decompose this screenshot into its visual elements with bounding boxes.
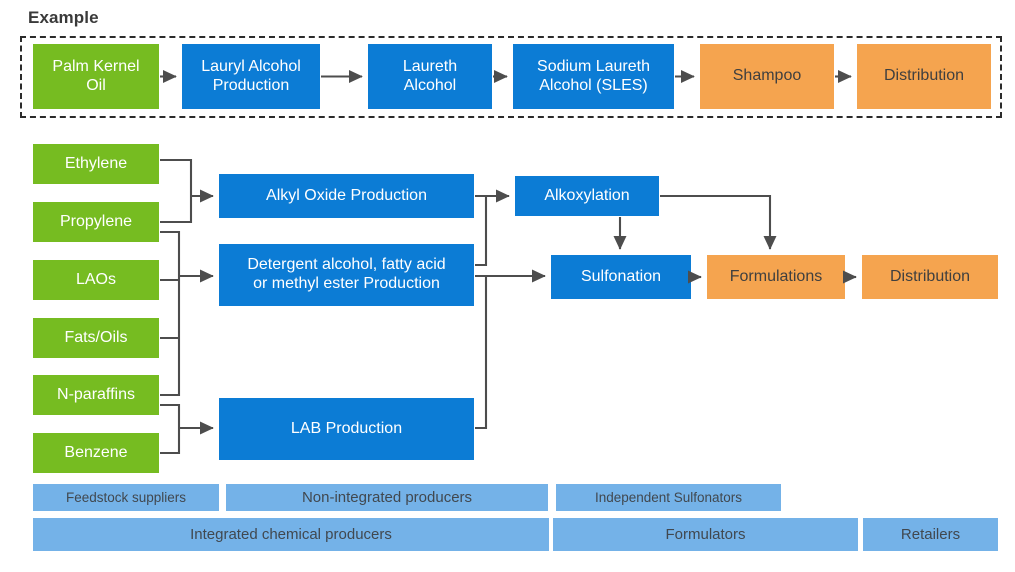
bus-lab-inputs xyxy=(160,403,181,455)
legend-integrated-chemical-producers[interactable]: Integrated chemical producers xyxy=(33,518,549,551)
arrow-alkoxylation-to-formulations xyxy=(660,194,777,250)
process-label-line1: Detergent alcohol, fatty acid xyxy=(247,256,446,274)
process-alkoxylation[interactable]: Alkoxylation xyxy=(515,176,659,216)
page-title: Example xyxy=(28,8,99,27)
example-node-line1: Distribution xyxy=(883,67,965,85)
feedstock-label: Ethylene xyxy=(64,154,128,172)
example-node-distribution[interactable]: Distribution xyxy=(857,44,991,109)
example-node-sodium-laureth-alcohol-sles[interactable]: Sodium Laureth Alcohol (SLES) xyxy=(513,44,674,109)
bus-lab-to-sulfonation xyxy=(475,276,488,430)
example-node-laureth-alcohol[interactable]: Laureth Alcohol xyxy=(368,44,492,109)
bus-detergent-inputs xyxy=(160,230,181,397)
feedstock-label: Benzene xyxy=(64,443,128,461)
legend-independent-sulfonators[interactable]: Independent Sulfonators xyxy=(556,484,781,511)
example-node-line1: Sodium Laureth xyxy=(537,57,650,75)
process-alkyl-oxide-production[interactable]: Alkyl Oxide Production xyxy=(219,174,474,218)
downstream-formulations[interactable]: Formulations xyxy=(707,255,845,299)
example-frame xyxy=(20,36,1002,118)
legend-label: Formulators xyxy=(665,526,746,543)
process-label-line2: or methyl ester Production xyxy=(253,275,440,292)
example-node-palm-kernel-oil[interactable]: Palm Kernel Oil xyxy=(33,44,159,109)
legend-formulators[interactable]: Formulators xyxy=(553,518,858,551)
bus-detergent-to-alkoxylation xyxy=(475,196,488,267)
downstream-label: Formulations xyxy=(729,267,823,285)
example-node-line2: Production xyxy=(212,76,290,94)
legend-non-integrated-producers[interactable]: Non-integrated producers xyxy=(226,484,548,511)
process-detergent-alcohol-production[interactable]: Detergent alcohol, fatty acid or methyl … xyxy=(219,244,474,306)
legend-retailers[interactable]: Retailers xyxy=(863,518,998,551)
legend-label: Retailers xyxy=(900,526,961,543)
downstream-distribution[interactable]: Distribution xyxy=(862,255,998,299)
example-node-line1: Palm Kernel xyxy=(52,57,140,75)
legend-label: Feedstock suppliers xyxy=(65,490,187,505)
process-label: LAB Production xyxy=(290,419,403,437)
downstream-label: Distribution xyxy=(889,267,971,285)
example-node-line2: Alcohol xyxy=(403,76,457,94)
process-label: Sulfonation xyxy=(580,267,662,285)
feedstock-label: Fats/Oils xyxy=(64,328,128,346)
example-node-line2: Alcohol (SLES) xyxy=(539,76,648,94)
feedstock-fats-oils[interactable]: Fats/Oils xyxy=(33,318,159,358)
example-node-line1: Laureth xyxy=(402,57,458,75)
bus-ethylene-propylene xyxy=(160,158,193,224)
feedstock-n-paraffins[interactable]: N-paraffins xyxy=(33,375,159,415)
legend-feedstock-suppliers[interactable]: Feedstock suppliers xyxy=(33,484,219,511)
feedstock-ethylene[interactable]: Ethylene xyxy=(33,144,159,184)
process-lab-production[interactable]: LAB Production xyxy=(219,398,474,460)
feedstock-label: LAOs xyxy=(75,270,116,288)
feedstock-label: Propylene xyxy=(59,212,133,230)
legend-label: Independent Sulfonators xyxy=(594,490,743,505)
feedstock-benzene[interactable]: Benzene xyxy=(33,433,159,473)
example-node-lauryl-alcohol-production[interactable]: Lauryl Alcohol Production xyxy=(182,44,320,109)
example-node-shampoo[interactable]: Shampoo xyxy=(700,44,834,109)
feedstock-propylene[interactable]: Propylene xyxy=(33,202,159,242)
process-label: Alkoxylation xyxy=(544,186,630,204)
example-node-line1: Lauryl Alcohol xyxy=(201,57,301,75)
legend-label: Non-integrated producers xyxy=(301,489,473,506)
process-sulfonation[interactable]: Sulfonation xyxy=(551,255,691,299)
value-chain-diagram: Example Palm Kernel Oil Lauryl Alcohol P… xyxy=(0,0,1015,572)
process-label: Alkyl Oxide Production xyxy=(266,186,427,204)
feedstock-laos[interactable]: LAOs xyxy=(33,260,159,300)
legend-label: Integrated chemical producers xyxy=(190,526,392,543)
example-node-line1: Shampoo xyxy=(732,67,802,85)
example-node-line2: Oil xyxy=(86,76,106,94)
feedstock-label: N-paraffins xyxy=(57,385,135,403)
